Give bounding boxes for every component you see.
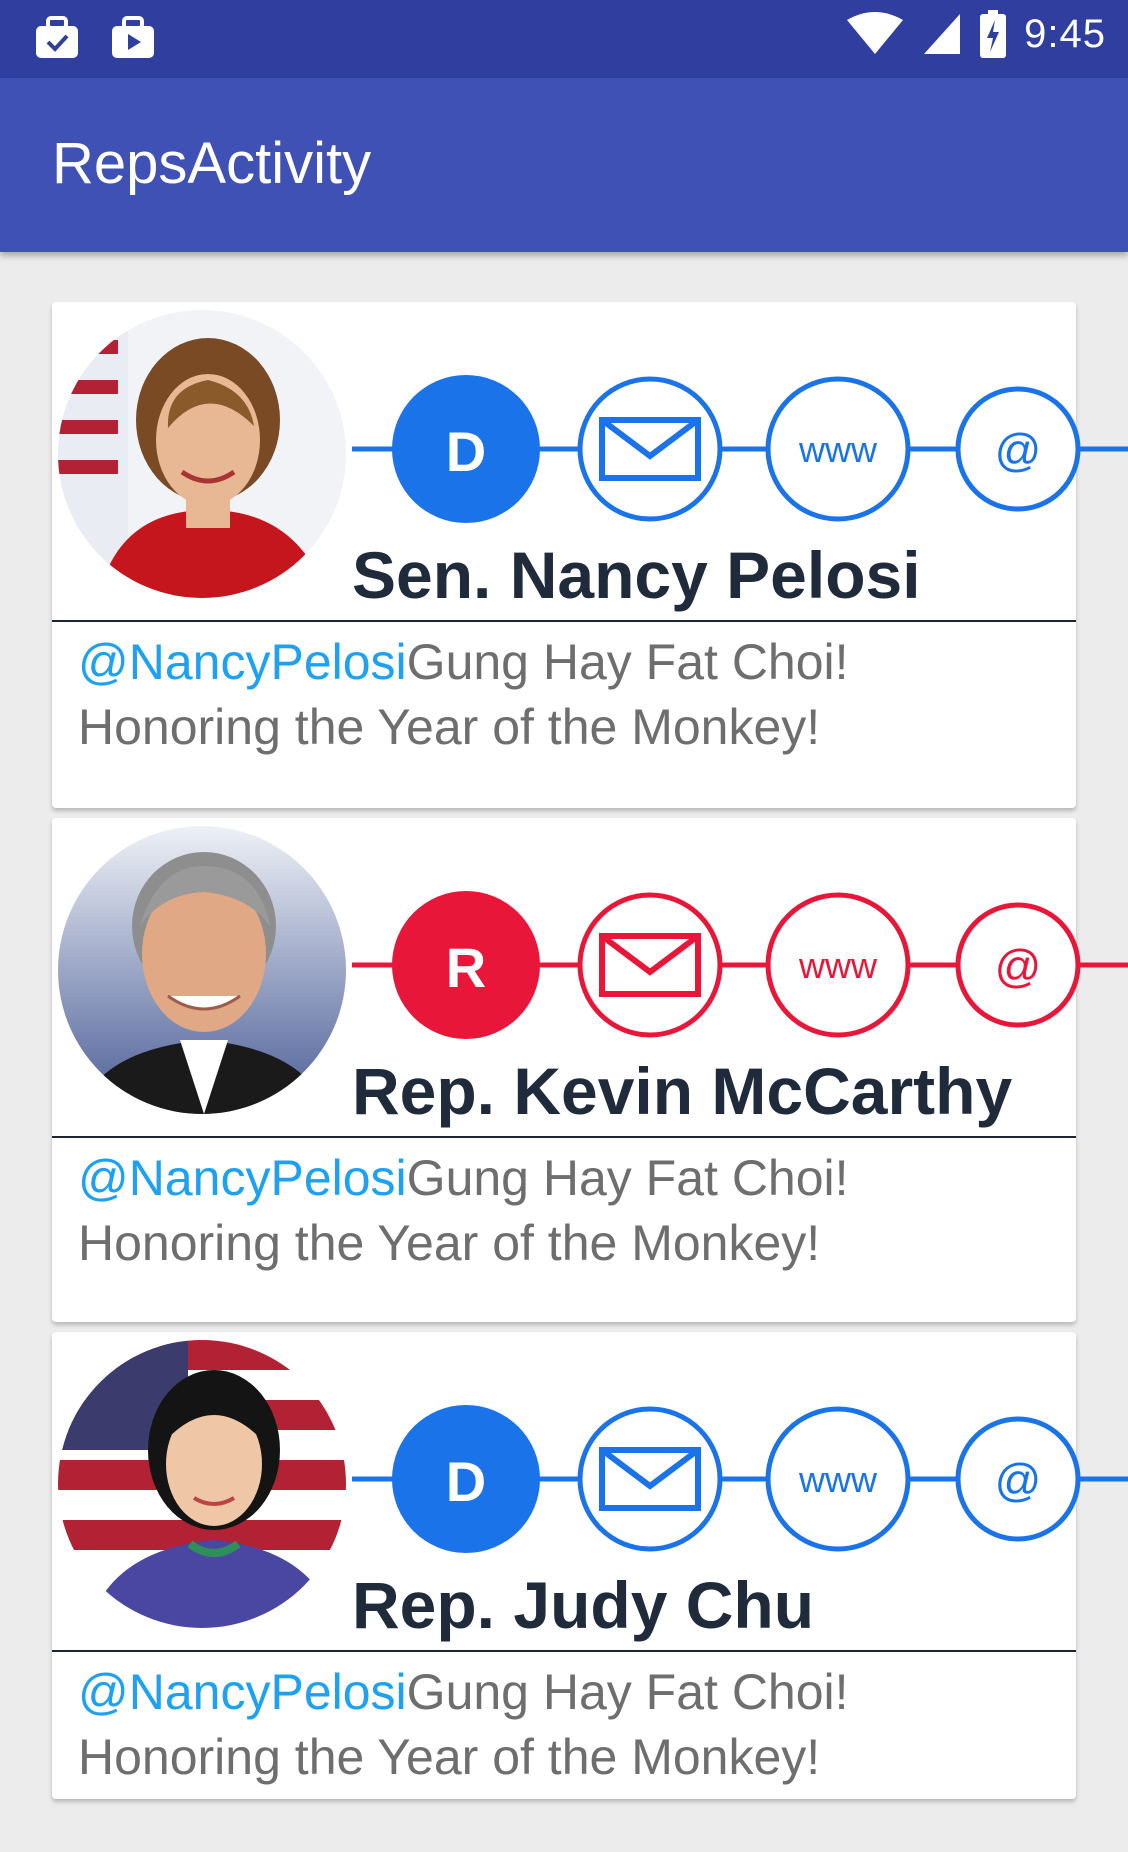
rep-name: Rep. Kevin McCarthy bbox=[352, 1054, 1013, 1128]
divider bbox=[52, 1650, 1076, 1652]
rep-tweet: @NancyPelosiGung Hay Fat Choi! Honoring … bbox=[78, 1660, 1058, 1790]
rep-contact-icons: Rwww @ bbox=[352, 890, 1128, 1040]
at-label: @ bbox=[995, 1454, 1042, 1506]
party-letter: D bbox=[446, 1450, 486, 1513]
tweet-handle[interactable]: @NancyPelosi bbox=[78, 634, 407, 690]
tweet-handle[interactable]: @NancyPelosi bbox=[78, 1664, 407, 1720]
twitter-at-icon[interactable]: @ bbox=[955, 1416, 1081, 1542]
email-icon[interactable] bbox=[577, 1406, 723, 1552]
signal-icon bbox=[924, 14, 961, 54]
status-bar: 9:45 bbox=[0, 0, 1128, 78]
battery-charging-icon bbox=[980, 10, 1007, 58]
party-badge: R bbox=[392, 891, 540, 1039]
rep-card[interactable]: Rwww @ Rep. Kevin McCarthy @NancyPelosiGu… bbox=[52, 818, 1128, 1322]
divider bbox=[52, 1136, 1076, 1138]
status-time: 9:45 bbox=[1024, 11, 1106, 56]
at-label: @ bbox=[995, 940, 1042, 992]
page-title: RepsActivity bbox=[52, 131, 372, 196]
rep-avatar[interactable] bbox=[58, 310, 346, 598]
rep-avatar[interactable] bbox=[58, 1340, 346, 1628]
website-label: www bbox=[798, 1459, 878, 1500]
rep-card[interactable]: Dwww @ Sen. Nancy Pelosi @NancyPelosiGung… bbox=[52, 302, 1128, 808]
website-icon[interactable]: www bbox=[765, 892, 911, 1038]
tweet-handle[interactable]: @NancyPelosi bbox=[78, 1150, 407, 1206]
website-label: www bbox=[798, 945, 878, 986]
party-letter: D bbox=[446, 420, 486, 483]
twitter-at-icon[interactable]: @ bbox=[955, 386, 1081, 512]
party-badge: D bbox=[392, 375, 540, 523]
app-bar: RepsActivity bbox=[0, 78, 1128, 252]
rep-contact-icons: Dwww @ bbox=[352, 1404, 1128, 1554]
at-label: @ bbox=[995, 424, 1042, 476]
website-icon[interactable]: www bbox=[765, 376, 911, 522]
briefcase-play-icon bbox=[112, 16, 154, 58]
email-icon[interactable] bbox=[577, 376, 723, 522]
briefcase-check-icon bbox=[36, 16, 78, 58]
rep-name: Sen. Nancy Pelosi bbox=[352, 538, 921, 612]
rep-avatar[interactable] bbox=[58, 826, 346, 1114]
rep-card[interactable]: Dwww @ Rep. Judy Chu @NancyPelosiGung Hay… bbox=[52, 1332, 1128, 1799]
party-letter: R bbox=[446, 936, 486, 999]
rep-tweet: @NancyPelosiGung Hay Fat Choi! Honoring … bbox=[78, 630, 1058, 760]
website-label: www bbox=[798, 429, 878, 470]
website-icon[interactable]: www bbox=[765, 1406, 911, 1552]
twitter-at-icon[interactable]: @ bbox=[955, 902, 1081, 1028]
wifi-icon bbox=[847, 12, 904, 54]
email-icon[interactable] bbox=[577, 892, 723, 1038]
rep-contact-icons: Dwww @ bbox=[352, 374, 1128, 524]
divider bbox=[52, 620, 1076, 622]
party-badge: D bbox=[392, 1405, 540, 1553]
rep-name: Rep. Judy Chu bbox=[352, 1568, 815, 1642]
rep-tweet: @NancyPelosiGung Hay Fat Choi! Honoring … bbox=[78, 1146, 1058, 1276]
